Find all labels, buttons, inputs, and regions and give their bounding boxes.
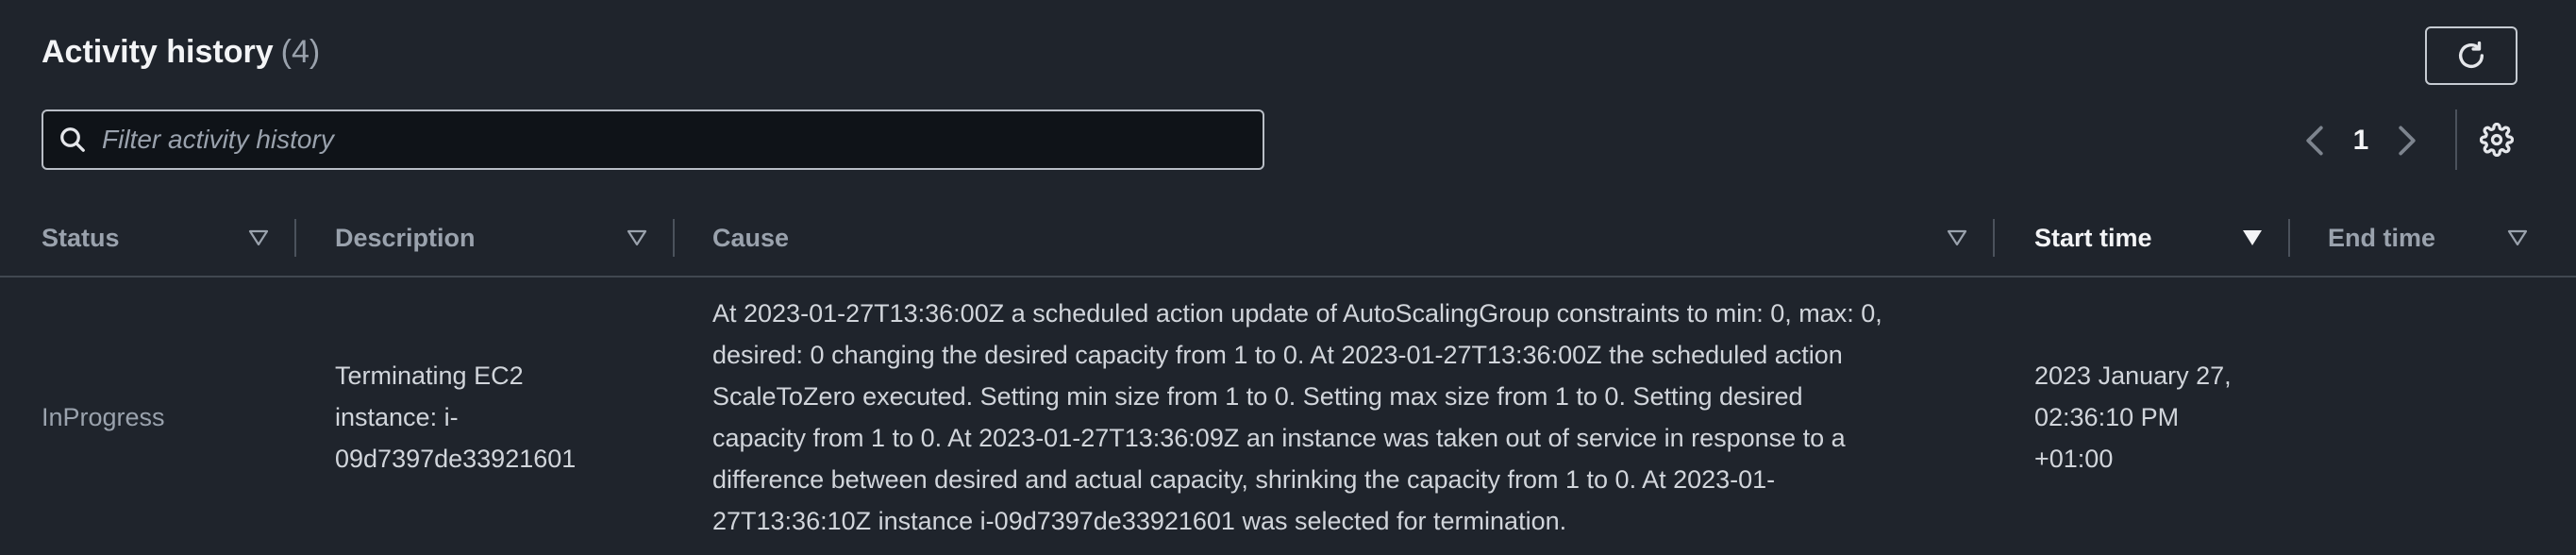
column-header-end-time[interactable]: End time [2328,200,2435,276]
activity-history-panel: Activity history(4) 1 [0,0,2576,555]
cause-line: 27T13:36:10Z instance i-09d7397de3392160… [712,507,1567,535]
caret-down-icon [627,229,647,246]
end-time-sort-button[interactable] [2506,227,2529,249]
description-sort-button[interactable] [626,227,648,249]
panel-title: Activity history [42,34,274,70]
current-page-number[interactable]: 1 [2336,125,2385,157]
start-time-line: 02:36:10 PM [2034,403,2180,431]
start-time-cell: 2023 January 27, 02:36:10 PM +01:00 [2034,355,2232,479]
status-sort-button[interactable] [247,227,270,249]
column-header-cause[interactable]: Cause [712,200,789,276]
description-line: 09d7397de33921601 [335,445,577,473]
search-icon [59,126,87,154]
filter-activity-input[interactable] [100,124,1217,156]
column-divider[interactable] [294,219,296,257]
chevron-right-icon [2399,126,2416,156]
caret-down-icon [1947,229,1967,246]
cause-sort-button[interactable] [1946,227,1968,249]
previous-page-button[interactable] [2293,119,2336,162]
column-divider[interactable] [673,219,675,257]
cause-line: ScaleToZero executed. Setting min size f… [712,382,1803,411]
column-divider[interactable] [1993,219,1995,257]
table-header: Status Description Cause Start time End … [0,200,2576,278]
status-cell: InProgress [42,403,165,431]
description-cell: Terminating EC2 instance: i- 09d7397de33… [335,355,576,479]
refresh-icon [2455,40,2487,72]
activity-count: (4) [280,34,321,70]
next-page-button[interactable] [2385,119,2429,162]
preferences-button[interactable] [2474,117,2519,162]
cause-line: desired: 0 changing the desired capacity… [712,341,1843,369]
caret-down-icon [2507,229,2528,246]
cause-line: At 2023-01-27T13:36:00Z a scheduled acti… [712,299,1882,328]
gear-icon [2480,123,2514,157]
refresh-button[interactable] [2425,26,2517,85]
cause-line: capacity from 1 to 0. At 2023-01-27T13:3… [712,424,1846,452]
column-header-description[interactable]: Description [335,200,476,276]
column-divider[interactable] [2288,219,2290,257]
caret-down-icon [2243,230,2262,245]
caret-down-icon [248,229,269,246]
description-line: Terminating EC2 [335,362,524,390]
cause-cell: At 2023-01-27T13:36:00Z a scheduled acti… [712,293,1882,542]
filter-search-box[interactable] [42,109,1264,170]
description-line: instance: i- [335,403,459,431]
start-time-sort-button[interactable] [2241,227,2264,249]
pagination: 1 [2293,111,2429,170]
column-header-start-time[interactable]: Start time [2034,200,2152,276]
panel-header: Activity history (4) [42,34,320,71]
column-header-status[interactable]: Status [42,200,120,276]
pagination-divider [2455,109,2457,170]
cause-line: difference between desired and actual ca… [712,465,1776,494]
start-time-line: 2023 January 27, [2034,362,2232,390]
table-row: InProgress Terminating EC2 instance: i- … [0,278,2576,555]
start-time-line: +01:00 [2034,445,2114,473]
chevron-left-icon [2306,126,2323,156]
